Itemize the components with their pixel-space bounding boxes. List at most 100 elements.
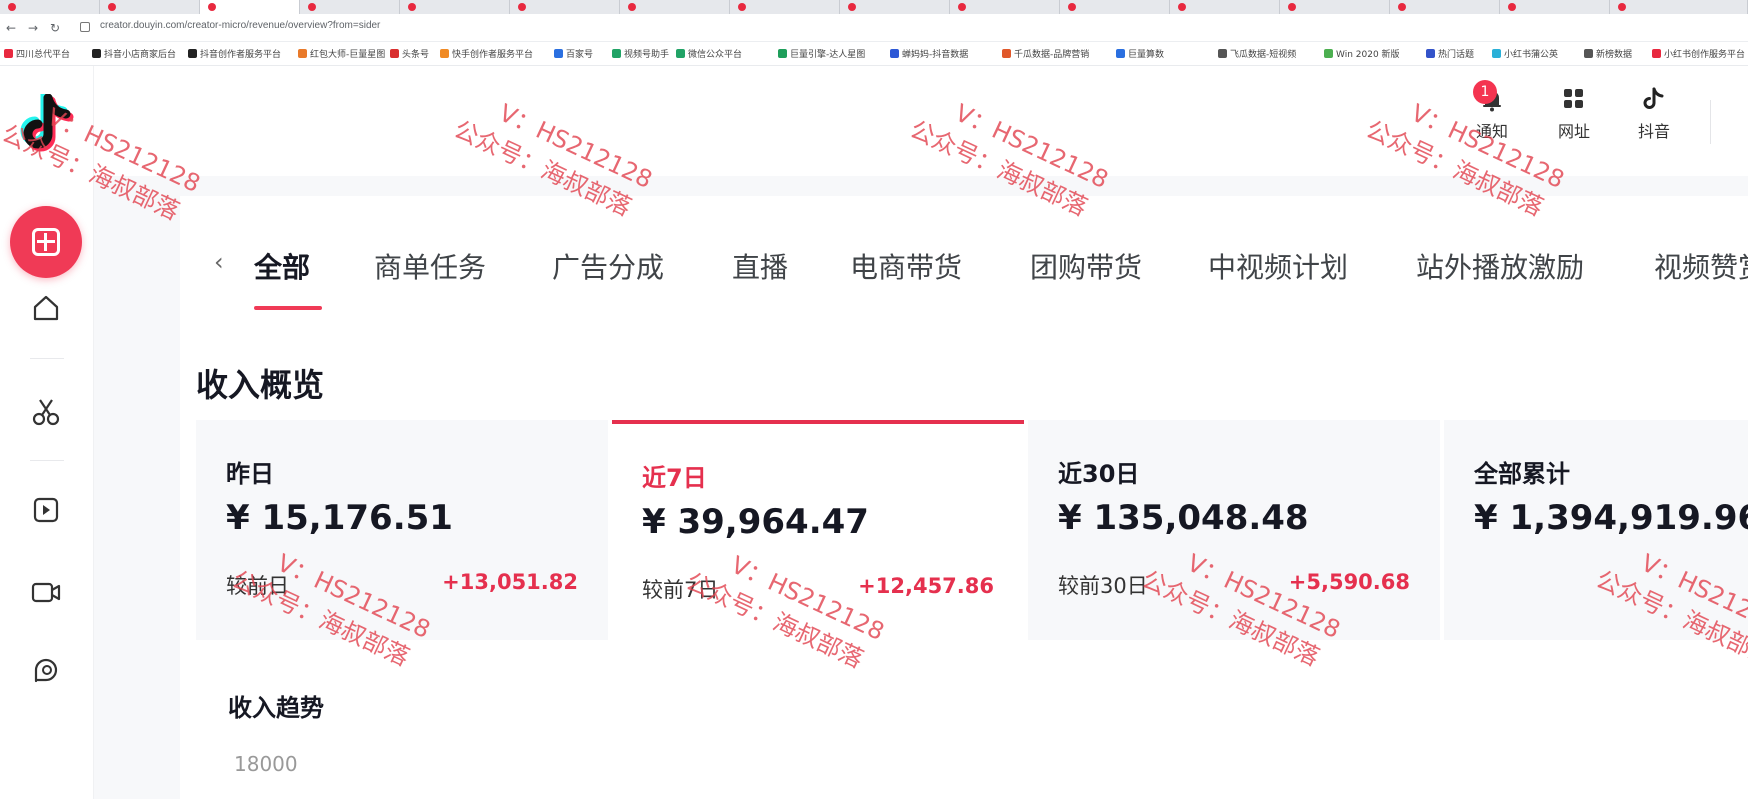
bookmark-icon xyxy=(612,49,621,58)
bookmark-item[interactable]: 巨量引擎-达人星图 xyxy=(778,48,888,62)
browser-tab[interactable] xyxy=(730,0,840,14)
compare-value: +5,590.68 xyxy=(1288,570,1410,594)
browser-tab[interactable] xyxy=(1390,0,1500,14)
header-divider xyxy=(1710,100,1711,144)
bookmark-item[interactable]: 新榜数据 xyxy=(1584,48,1650,62)
browser-tab[interactable] xyxy=(400,0,510,14)
compare-label: 较前30日 xyxy=(1058,574,1148,598)
address-bar: ← → ↻ creator.douyin.com/creator-micro/r… xyxy=(0,14,1748,42)
card-label: 近7日 xyxy=(642,464,707,492)
home-icon[interactable] xyxy=(30,292,62,324)
douyin-favicon-icon xyxy=(958,3,966,11)
browser-tab[interactable] xyxy=(100,0,200,14)
bookmark-icon xyxy=(390,49,399,58)
comment-icon[interactable] xyxy=(30,654,62,686)
tab-brand-deals[interactable]: 商单任务 xyxy=(374,246,486,286)
douyin-label: 抖音 xyxy=(1637,122,1670,141)
compare-value: +13,051.82 xyxy=(442,570,578,594)
tab-live[interactable]: 直播 xyxy=(732,246,788,286)
bookmark-item[interactable]: 千瓜数据-品牌营销 xyxy=(1002,48,1114,62)
publish-button[interactable] xyxy=(10,206,82,278)
bookmark-item[interactable]: 微信公众平台 xyxy=(676,48,776,62)
bookmark-icon xyxy=(92,49,101,58)
scissors-icon[interactable] xyxy=(30,396,62,428)
bookmark-item[interactable]: 百家号 xyxy=(554,48,610,62)
video-content-icon[interactable] xyxy=(30,494,62,526)
douyin-favicon-icon xyxy=(1178,3,1186,11)
bookmark-item[interactable]: 抖音创作者服务平台 xyxy=(188,48,296,62)
reload-icon[interactable]: ↻ xyxy=(46,18,64,38)
browser-tab-strip xyxy=(0,0,1748,14)
bookmark-icon xyxy=(1652,49,1661,58)
plus-icon xyxy=(32,228,60,256)
browser-tab[interactable] xyxy=(1500,0,1610,14)
tab-ecommerce[interactable]: 电商带货 xyxy=(850,246,962,286)
bookmark-icon xyxy=(1324,49,1333,58)
douyin-favicon-icon xyxy=(518,3,526,11)
grid-icon xyxy=(1564,89,1583,108)
browser-tab[interactable] xyxy=(840,0,950,14)
douyin-favicon-icon xyxy=(738,3,746,11)
card-label: 昨日 xyxy=(226,460,274,488)
bookmark-item[interactable]: Win 2020 新版 xyxy=(1324,48,1424,62)
browser-tab[interactable] xyxy=(0,0,100,14)
bookmark-icon xyxy=(298,49,307,58)
bookmark-icon xyxy=(188,49,197,58)
back-arrow-icon[interactable]: ← xyxy=(2,18,20,38)
browser-tab[interactable] xyxy=(1060,0,1170,14)
url-text[interactable]: creator.douyin.com/creator-micro/revenue… xyxy=(100,20,380,31)
bookmark-icon xyxy=(440,49,449,58)
sites-button[interactable]: 网址 xyxy=(1544,86,1604,142)
bookmark-item[interactable]: 抖音小店商家后台 xyxy=(92,48,186,62)
sites-label: 网址 xyxy=(1557,122,1590,141)
douyin-favicon-icon xyxy=(8,3,16,11)
bookmark-item[interactable]: 红包大师-巨量星图 xyxy=(298,48,388,62)
compare-value: +12,457.86 xyxy=(858,574,994,598)
browser-tab-active[interactable] xyxy=(200,0,300,14)
bookmark-icon xyxy=(890,49,899,58)
forward-arrow-icon[interactable]: → xyxy=(24,18,42,38)
browser-tab[interactable] xyxy=(510,0,620,14)
tab-all[interactable]: 全部 xyxy=(254,246,310,286)
douyin-app-button[interactable]: 抖音 xyxy=(1624,86,1684,142)
card-amount: ¥ 39,964.47 xyxy=(642,502,869,542)
trend-title: 收入趋势 xyxy=(228,694,324,722)
browser-tab[interactable] xyxy=(950,0,1060,14)
bookmark-icon xyxy=(1426,49,1435,58)
bookmark-icon xyxy=(554,49,563,58)
bookmark-item[interactable]: 小红书蒲公英 xyxy=(1492,48,1582,62)
browser-tab[interactable] xyxy=(620,0,730,14)
browser-tab[interactable] xyxy=(1280,0,1390,14)
tab-video-tips[interactable]: 视频赞赏 xyxy=(1654,246,1748,286)
tab-mid-video-plan[interactable]: 中视频计划 xyxy=(1208,246,1348,286)
douyin-favicon-icon xyxy=(628,3,636,11)
tab-offsite-incentive[interactable]: 站外播放激励 xyxy=(1416,246,1584,286)
chevron-left-icon[interactable]: ‹ xyxy=(214,248,224,276)
tab-group-buy[interactable]: 团购带货 xyxy=(1030,246,1142,286)
douyin-favicon-icon xyxy=(208,3,216,11)
bookmark-item[interactable]: 蝉妈妈-抖音数据 xyxy=(890,48,1000,62)
tab-ad-share[interactable]: 广告分成 xyxy=(552,246,664,286)
site-info-icon[interactable] xyxy=(80,22,90,32)
notification-badge: 1 xyxy=(1473,80,1497,104)
card-amount: ¥ 15,176.51 xyxy=(226,498,453,538)
bookmark-item[interactable]: 四川总代平台 xyxy=(4,48,90,62)
browser-tab[interactable] xyxy=(1170,0,1280,14)
browser-tab[interactable] xyxy=(1610,0,1748,14)
bookmark-item[interactable]: 快手创作者服务平台 xyxy=(440,48,552,62)
bookmark-item[interactable]: 小红书创作服务平台 xyxy=(1652,48,1748,62)
bookmark-icon xyxy=(4,49,13,58)
bookmark-item[interactable]: 头条号 xyxy=(390,48,438,62)
bookmark-item[interactable]: 巨量算数 xyxy=(1116,48,1216,62)
bookmark-item[interactable]: 飞瓜数据-短视频 xyxy=(1218,48,1322,62)
video-camera-icon[interactable] xyxy=(30,576,62,608)
bookmark-item[interactable]: 视频号助手 xyxy=(612,48,674,62)
card-amount: ¥ 1,394,919.96 xyxy=(1474,498,1748,538)
browser-tab[interactable] xyxy=(300,0,400,14)
bookmark-item[interactable]: 热门话题 xyxy=(1426,48,1490,62)
douyin-favicon-icon xyxy=(1068,3,1076,11)
bookmark-icon xyxy=(1584,49,1593,58)
bookmark-icon xyxy=(1002,49,1011,58)
overview-title: 收入概览 xyxy=(196,366,325,404)
sidebar-divider xyxy=(30,358,64,359)
